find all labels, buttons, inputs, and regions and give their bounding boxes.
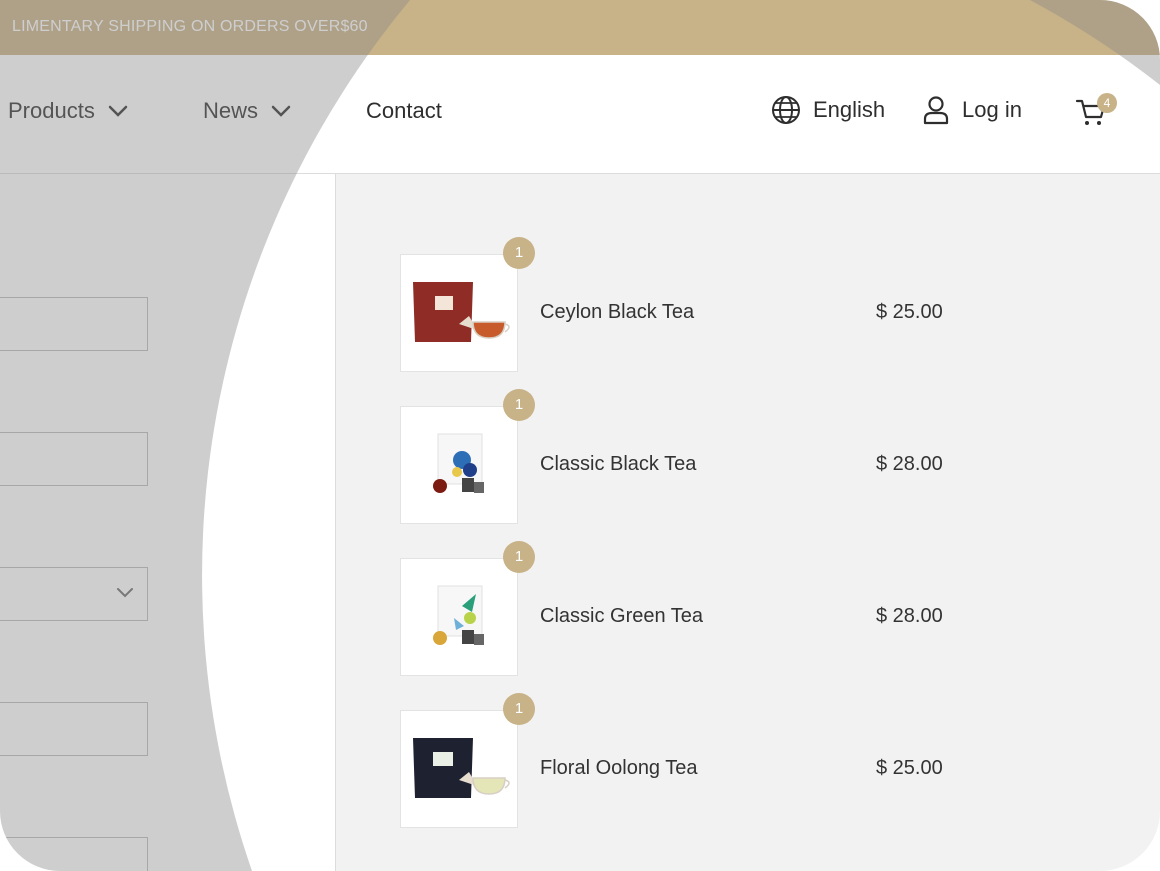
cart-button[interactable]: 4	[1075, 93, 1117, 130]
form-field-4[interactable]	[0, 837, 148, 871]
quantity-badge: 1	[503, 237, 535, 269]
order-item: 1 Floral Oolong Tea $ 25.00	[400, 693, 980, 830]
classic-green-tea-box-icon	[433, 585, 484, 645]
product-image	[400, 254, 518, 372]
form-field-3[interactable]	[0, 702, 148, 756]
product-image	[400, 406, 518, 524]
ceylon-black-tea-pouch-icon	[413, 282, 510, 342]
login-link[interactable]: Log in	[922, 95, 1022, 125]
order-summary: 1 Ceylon Black Tea $ 25.00 1 Classic Bla…	[336, 174, 1160, 871]
announcement-bar: LIMENTARY SHIPPING ON ORDERS OVER$60	[0, 0, 1160, 55]
login-label: Log in	[962, 97, 1022, 122]
nav-news[interactable]: News	[203, 98, 292, 124]
user-icon	[923, 96, 949, 125]
product-price: $ 28.00	[876, 605, 943, 627]
product-name: Ceylon Black Tea	[540, 301, 695, 323]
quantity-badge: 1	[503, 693, 535, 725]
form-field-2[interactable]	[0, 432, 148, 486]
checkout-form-column	[0, 174, 336, 871]
classic-black-tea-box-icon	[433, 433, 484, 493]
quantity-badge: 1	[503, 541, 535, 573]
globe-icon	[772, 96, 800, 124]
language-selector[interactable]: English	[771, 95, 885, 125]
product-image	[400, 710, 518, 828]
product-name: Classic Black Tea	[540, 453, 697, 475]
floral-oolong-tea-pouch-icon	[413, 738, 510, 798]
order-item: 1 Classic Green Tea $ 28.00	[400, 541, 980, 678]
form-field-1[interactable]	[0, 297, 148, 351]
product-image	[400, 558, 518, 676]
product-name: Floral Oolong Tea	[540, 757, 698, 779]
nav-contact[interactable]: Contact	[366, 98, 442, 124]
product-price: $ 25.00	[876, 757, 943, 779]
chevron-down-icon	[108, 105, 128, 117]
order-item: 1 Classic Black Tea $ 28.00	[400, 389, 980, 526]
order-item: 1 Ceylon Black Tea $ 25.00	[400, 237, 980, 374]
page-frame: LIMENTARY SHIPPING ON ORDERS OVER$60 Pro…	[0, 0, 1160, 871]
announcement-text: LIMENTARY SHIPPING ON ORDERS OVER$60	[12, 18, 368, 35]
language-label: English	[813, 97, 886, 122]
nav-products-label: Products	[8, 98, 95, 123]
site-header: Products News Contact English Log in 4	[0, 55, 1160, 174]
form-select[interactable]	[0, 567, 148, 621]
chevron-down-icon	[117, 588, 133, 598]
nav-products[interactable]: Products	[8, 98, 129, 124]
nav-news-label: News	[203, 98, 259, 123]
product-price: $ 28.00	[876, 453, 943, 475]
product-price: $ 25.00	[876, 301, 943, 323]
nav-contact-label: Contact	[366, 98, 442, 123]
cart-count-badge: 4	[1097, 93, 1117, 113]
quantity-badge: 1	[503, 389, 535, 421]
chevron-down-icon	[271, 105, 291, 117]
product-name: Classic Green Tea	[540, 605, 704, 627]
